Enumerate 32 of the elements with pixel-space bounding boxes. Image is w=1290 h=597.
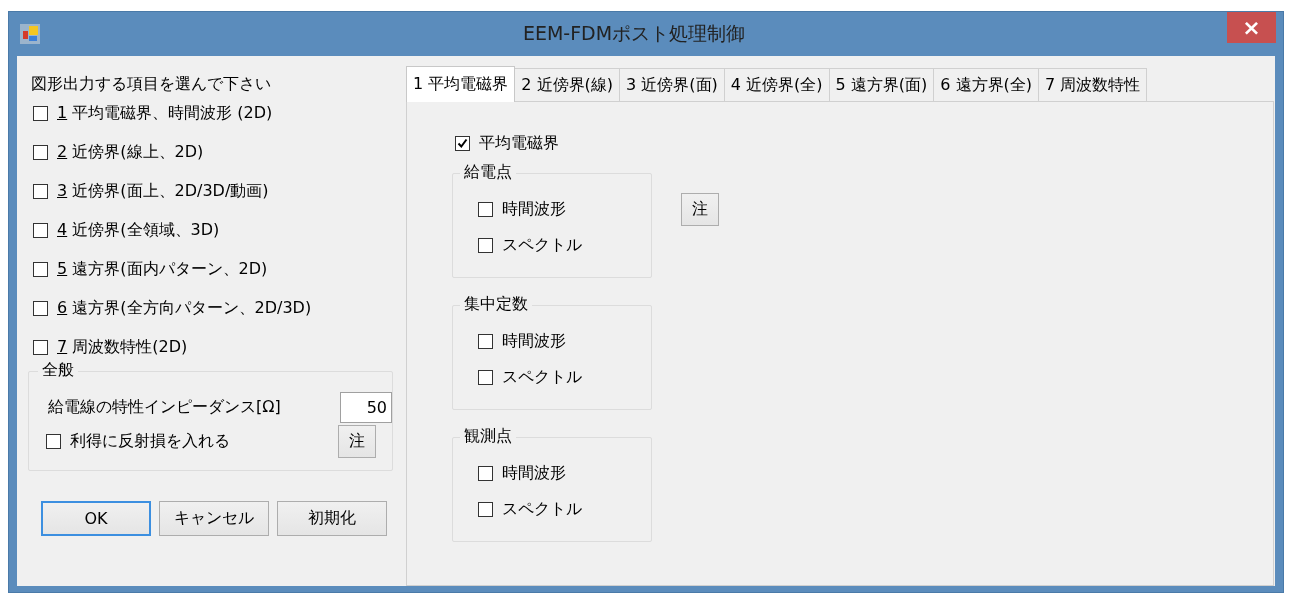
dialog-button[interactable]: 初期化 [277, 501, 387, 536]
check-icon [457, 137, 468, 149]
window-title: EEM-FDMポスト処理制御 [521, 21, 747, 46]
field-label: 給電線の特性インピーダンス[Ω] [48, 397, 281, 418]
checkbox[interactable]: 7 周波数特性(2D) [33, 336, 188, 358]
input-field[interactable]: 50 [340, 392, 392, 423]
note-button[interactable]: 注 [338, 425, 376, 458]
checkbox[interactable]: 平均電磁界 [455, 132, 559, 154]
dialog-button[interactable]: キャンセル [159, 501, 269, 536]
checkbox[interactable]: 時間波形 [478, 198, 566, 220]
checkbox[interactable]: 時間波形 [478, 462, 566, 484]
checkbox[interactable]: スペクトル [478, 234, 582, 256]
checkbox[interactable]: スペクトル [478, 366, 582, 388]
tab[interactable]: 7 周波数特性 [1038, 68, 1148, 101]
note-button[interactable]: 注 [681, 193, 719, 226]
checkbox[interactable]: 5 遠方界(面内パターン、2D) [33, 258, 268, 280]
dialog-button[interactable]: OK [41, 501, 151, 536]
checkbox[interactable]: 3 近傍界(面上、2D/3D/動画) [33, 180, 269, 202]
group-title: 給電点 [460, 162, 516, 183]
instruction-text: 図形出力する項目を選んで下さい [31, 74, 272, 95]
checkbox[interactable]: 4 近傍界(全領域、3D) [33, 219, 220, 241]
checkbox[interactable]: 2 近傍界(線上、2D) [33, 141, 204, 163]
checkbox[interactable]: スペクトル [478, 498, 582, 520]
checkbox[interactable]: 時間波形 [478, 330, 566, 352]
checkbox[interactable]: 1 平均電磁界、時間波形 (2D) [33, 102, 273, 124]
tab[interactable]: 1 平均電磁界 [406, 66, 516, 102]
close-button[interactable]: × [1227, 12, 1276, 43]
app-icon [19, 23, 41, 45]
checkbox[interactable]: 利得に反射損を入れる [46, 431, 230, 452]
group-title: 観測点 [460, 426, 516, 447]
checkbox[interactable]: 6 遠方界(全方向パターン、2D/3D) [33, 297, 312, 319]
group-title: 集中定数 [460, 294, 532, 315]
